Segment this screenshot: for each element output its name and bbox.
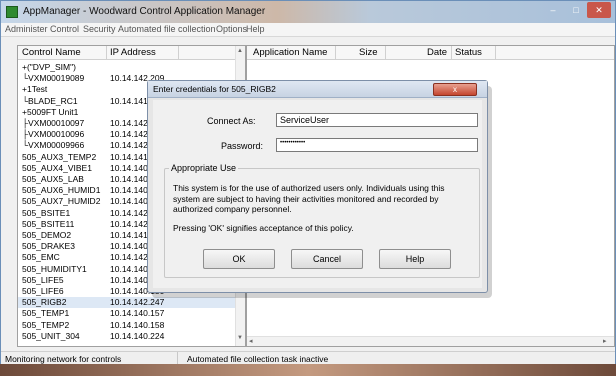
menu-control[interactable]: Control [50, 24, 79, 34]
dialog-title-bar: Enter credentials for 505_RIGB2 x [148, 81, 487, 98]
column-header-ip-address[interactable]: IP Address [110, 47, 156, 58]
help-button[interactable]: Help [379, 249, 451, 269]
menu-help[interactable]: Help [246, 24, 265, 34]
close-window-button[interactable]: ✕ [587, 2, 611, 18]
control-name: +("DVP_SIM") [22, 62, 76, 72]
control-name: +5009FT Unit1 [22, 106, 79, 117]
scroll-left-icon[interactable]: ◂ [249, 337, 253, 345]
status-file-collection: Automated file collection task inactive [187, 354, 329, 364]
control-name: 505_EMC [22, 252, 60, 263]
desktop-background-strip [0, 364, 616, 376]
control-ip: 10.14.140. [110, 162, 151, 173]
dialog-body: Connect As: ServiceUser Password: ••••••… [153, 100, 482, 288]
control-name: ├VXM00010096 [22, 129, 85, 140]
control-name: 505_AUX5_LAB [22, 174, 84, 184]
control-ip: 10.14.142. [110, 207, 151, 218]
status-bar: Monitoring network for controls Automate… [1, 351, 615, 366]
window-title: AppManager - Woodward Control Applicatio… [23, 6, 266, 17]
menu-automated-file-collection[interactable]: Automated file collection [118, 24, 216, 34]
control-name: 505_DEMO2 [22, 230, 72, 240]
column-header-date[interactable]: Date [427, 47, 447, 58]
control-ip: 10.14.142. [110, 129, 151, 140]
title-bar: AppManager - Woodward Control Applicatio… [1, 1, 615, 23]
app-icon [6, 6, 18, 18]
password-field[interactable]: •••••••••••• [276, 138, 478, 152]
dialog-close-button[interactable]: x [433, 83, 477, 96]
control-ip: 10.14.142. [110, 218, 151, 229]
menu-administer[interactable]: Administer [5, 24, 48, 34]
appropriate-use-title: Appropriate Use [169, 163, 239, 173]
control-ip: 10.14.140. [110, 196, 151, 207]
control-ip: 10.14.140.224 [110, 330, 165, 341]
ok-button[interactable]: OK [203, 249, 275, 269]
control-name: 505_TEMP1 [22, 308, 70, 319]
control-ip: 10.14.141. [110, 95, 151, 106]
control-name: └VXM00009966 [22, 140, 85, 151]
policy-text: This system is for the use of authorized… [173, 183, 445, 214]
menu-security[interactable]: Security [83, 24, 116, 34]
control-name: ├VXM00010097 [22, 118, 85, 128]
control-row[interactable]: 505_UNIT_304 10.14.140.224 [18, 331, 237, 342]
control-ip: 10.14.140.158 [110, 319, 165, 330]
scroll-down-icon[interactable]: ▼ [237, 335, 243, 341]
scroll-right-icon[interactable]: ▸ [603, 337, 607, 345]
control-name: └VXM00019089 [22, 73, 85, 84]
control-name: 505_BSITE11 [22, 218, 75, 229]
control-name: 505_TEMP2 [22, 319, 70, 330]
scroll-up-icon[interactable]: ▲ [237, 48, 243, 54]
control-ip: 10.14.142. [110, 252, 151, 263]
column-header-status[interactable]: Status [455, 47, 482, 58]
control-row[interactable]: 505_TEMP2 10.14.140.158 [18, 320, 237, 331]
menu-bar: Administer Control Security Automated fi… [1, 23, 615, 37]
control-name: 505_AUX4_VIBE1 [22, 162, 92, 173]
applications-list-hscrollbar[interactable]: ◂ ▸ [247, 336, 614, 346]
applications-list-header: Application Name Size Date Status [247, 46, 614, 60]
maximize-button[interactable]: □ [564, 2, 588, 18]
control-name: 505_UNIT_304 [22, 330, 80, 341]
control-ip: 10.14.141. [110, 230, 151, 240]
cancel-button[interactable]: Cancel [291, 249, 363, 269]
column-header-control-name[interactable]: Control Name [22, 47, 81, 58]
control-name: +1Test [22, 84, 48, 95]
control-name: 505_HUMIDITY1 [22, 263, 87, 274]
control-ip: 10.14.140. [110, 263, 151, 274]
dialog-title: Enter credentials for 505_RIGB2 [153, 84, 276, 94]
control-ip: 10.14.142.247 [110, 297, 165, 308]
control-name: 505_LIFE5 [22, 274, 64, 285]
minimize-button[interactable]: – [541, 2, 565, 18]
control-ip: 10.14.140. [110, 185, 151, 196]
column-header-size[interactable]: Size [359, 47, 377, 58]
control-ip: 10.14.142. [110, 140, 151, 151]
control-ip: 10.14.142. [110, 118, 151, 128]
policy-acceptance-note: Pressing 'OK' signifies acceptance of th… [173, 223, 354, 233]
control-ip: 10.14.141. [110, 151, 151, 162]
control-name: 505_LIFE6 [22, 286, 64, 296]
control-ip: 10.14.140. [110, 174, 151, 184]
control-name: 505_AUX7_HUMID2 [22, 196, 101, 207]
connect-as-field[interactable]: ServiceUser [276, 113, 478, 127]
control-name: 505_BSITE1 [22, 207, 71, 218]
control-name: 505_DRAKE3 [22, 241, 75, 252]
control-ip: 10.14.140.157 [110, 308, 165, 319]
control-row[interactable]: +("DVP_SIM") [18, 62, 237, 73]
control-name: 505_RIGB2 [22, 297, 67, 308]
control-row[interactable]: 505_TEMP1 10.14.140.157 [18, 308, 237, 319]
control-ip: 10.14.140. [110, 274, 151, 285]
menu-options[interactable]: Options [216, 24, 247, 34]
credentials-dialog: Enter credentials for 505_RIGB2 x Connec… [147, 80, 488, 293]
control-name: 505_AUX3_TEMP2 [22, 151, 97, 162]
status-monitoring: Monitoring network for controls [5, 354, 122, 364]
control-name: └BLADE_RC1 [22, 95, 78, 106]
controls-list-header: Control Name IP Address [18, 46, 237, 60]
control-name: 505_AUX6_HUMID1 [22, 185, 101, 196]
password-label: Password: [221, 141, 264, 151]
column-header-application-name[interactable]: Application Name [253, 47, 327, 58]
control-row[interactable]: 505_RIGB2 10.14.142.247 [18, 297, 237, 308]
appropriate-use-group: Appropriate Use This system is for the u… [164, 163, 480, 278]
control-ip: 10.14.140. [110, 241, 151, 252]
connect-as-label: Connect As: [207, 116, 256, 126]
